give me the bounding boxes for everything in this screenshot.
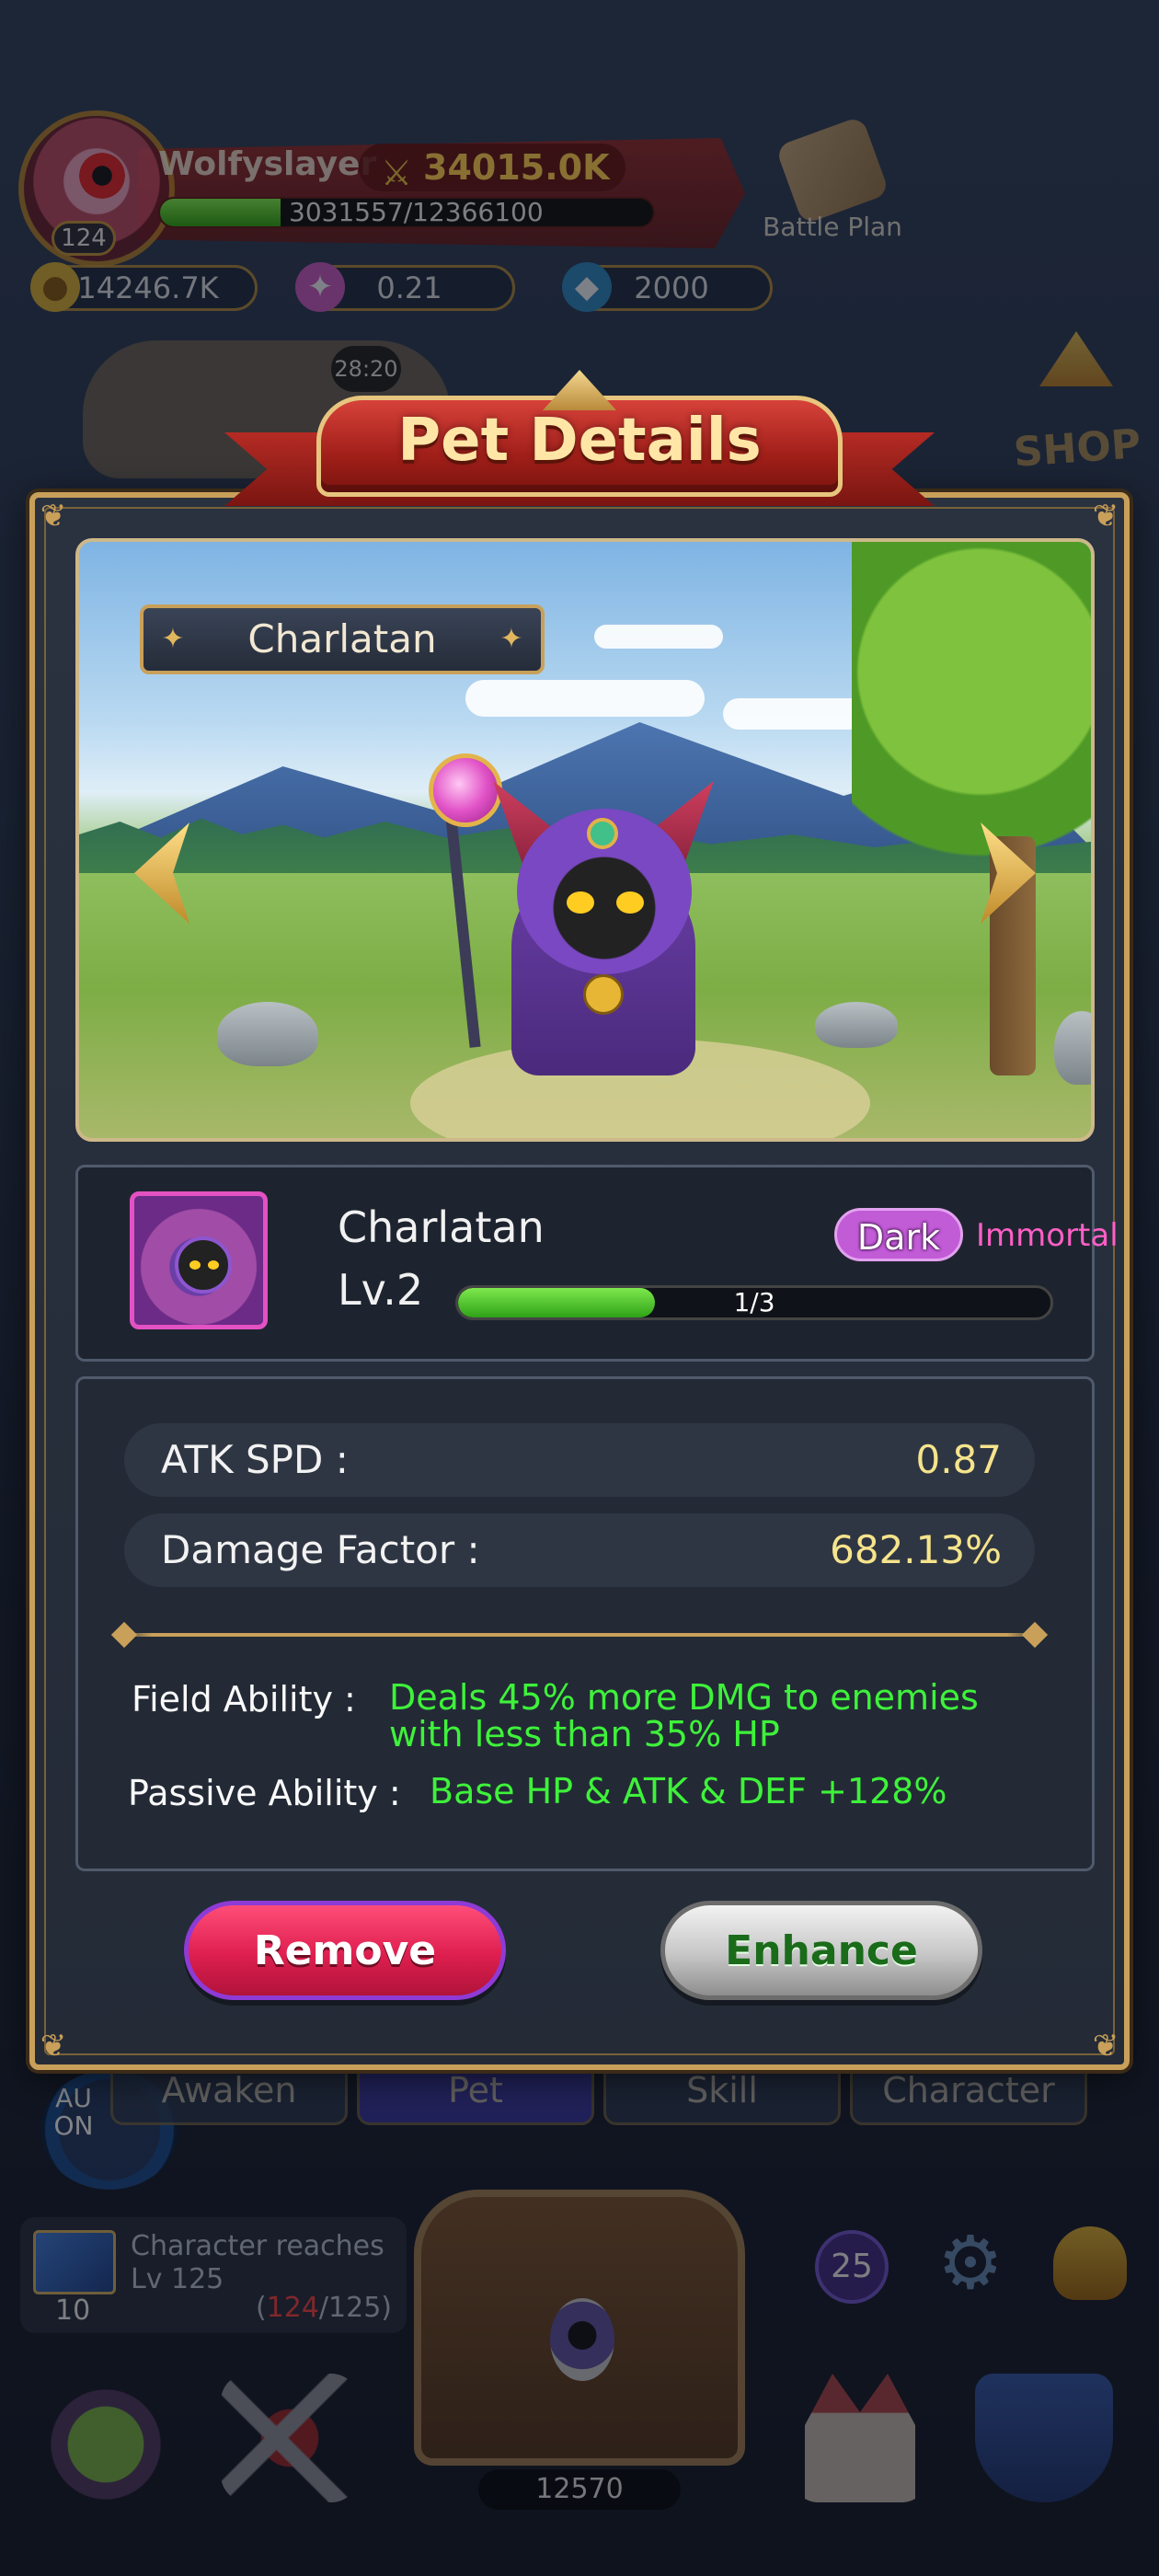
stat-row-atk-spd: ATK SPD : 0.87 <box>124 1423 1035 1497</box>
pet-eye <box>616 891 644 914</box>
corner-ornament-icon: ❦ <box>1092 498 1119 535</box>
pet-gem <box>587 818 618 849</box>
star-ornament-icon: ✦ <box>161 623 185 655</box>
pet-details-modal: ❦ ❦ ❦ ❦ ✦ Charlatan ✦ Charlatan Lv.2 Dar… <box>29 492 1130 2070</box>
enhance-button[interactable]: Enhance <box>660 1901 982 2000</box>
divider-gem-icon <box>1021 1621 1049 1649</box>
pet-name-plate: ✦ Charlatan ✦ <box>140 604 545 674</box>
pet-preview-scene: ✦ Charlatan ✦ <box>75 538 1095 1142</box>
passive-ability-text: Base HP & ATK & DEF +128% <box>430 1771 947 1811</box>
modal-title-banner: Pet Details <box>224 370 935 524</box>
field-ability-text: Deals 45% more DMG to enemies with less … <box>389 1677 979 1754</box>
rock <box>815 1002 898 1048</box>
pet-info-panel: Charlatan Lv.2 Dark Immortal 1/3 <box>75 1165 1119 1362</box>
pet-level: Lv.2 <box>338 1265 424 1315</box>
section-divider <box>115 1633 1044 1637</box>
rarity-label: Immortal <box>976 1217 1119 1254</box>
rock <box>1054 1011 1091 1085</box>
remove-button[interactable]: Remove <box>184 1901 506 2000</box>
stat-label: Damage Factor : <box>161 1527 480 1572</box>
pet-name: Charlatan <box>338 1202 545 1252</box>
cloud <box>465 680 705 717</box>
field-ability-label: Field Ability : <box>132 1679 356 1719</box>
corner-ornament-icon: ❦ <box>1092 2028 1119 2064</box>
pet-medallion <box>583 974 624 1015</box>
divider-gem-icon <box>110 1621 138 1649</box>
pet-stats-panel: ATK SPD : 0.87 Damage Factor : 682.13% F… <box>75 1376 1095 1871</box>
staff-orb <box>429 753 502 827</box>
pet-thumbnail <box>130 1191 268 1329</box>
passive-ability-label: Passive Ability : <box>128 1773 401 1813</box>
thumbnail-eye <box>208 1260 219 1270</box>
name-plate-text: Charlatan <box>247 616 437 661</box>
pet-sprite <box>429 753 760 1121</box>
element-label: Dark <box>856 1217 941 1258</box>
pet-level-progress-text: 1/3 <box>733 1287 775 1317</box>
element-badge: Dark <box>834 1208 963 1261</box>
stat-row-damage-factor: Damage Factor : 682.13% <box>124 1513 1035 1587</box>
modal-title: Pet Details <box>397 407 762 475</box>
star-ornament-icon: ✦ <box>499 623 523 655</box>
cloud <box>594 625 723 649</box>
rock <box>217 1002 318 1066</box>
pet-eye <box>567 891 594 914</box>
thumbnail-eye <box>189 1260 201 1270</box>
stat-value: 0.87 <box>915 1437 1002 1482</box>
stat-label: ATK SPD : <box>161 1437 349 1482</box>
corner-ornament-icon: ❦ <box>40 2028 67 2064</box>
staff <box>442 790 481 1048</box>
stat-value: 682.13% <box>830 1527 1002 1572</box>
tree <box>852 542 1091 947</box>
corner-ornament-icon: ❦ <box>40 498 67 535</box>
pet-thumbnail-face <box>175 1236 232 1294</box>
pet-level-progress-bar: 1/3 <box>455 1285 1053 1320</box>
